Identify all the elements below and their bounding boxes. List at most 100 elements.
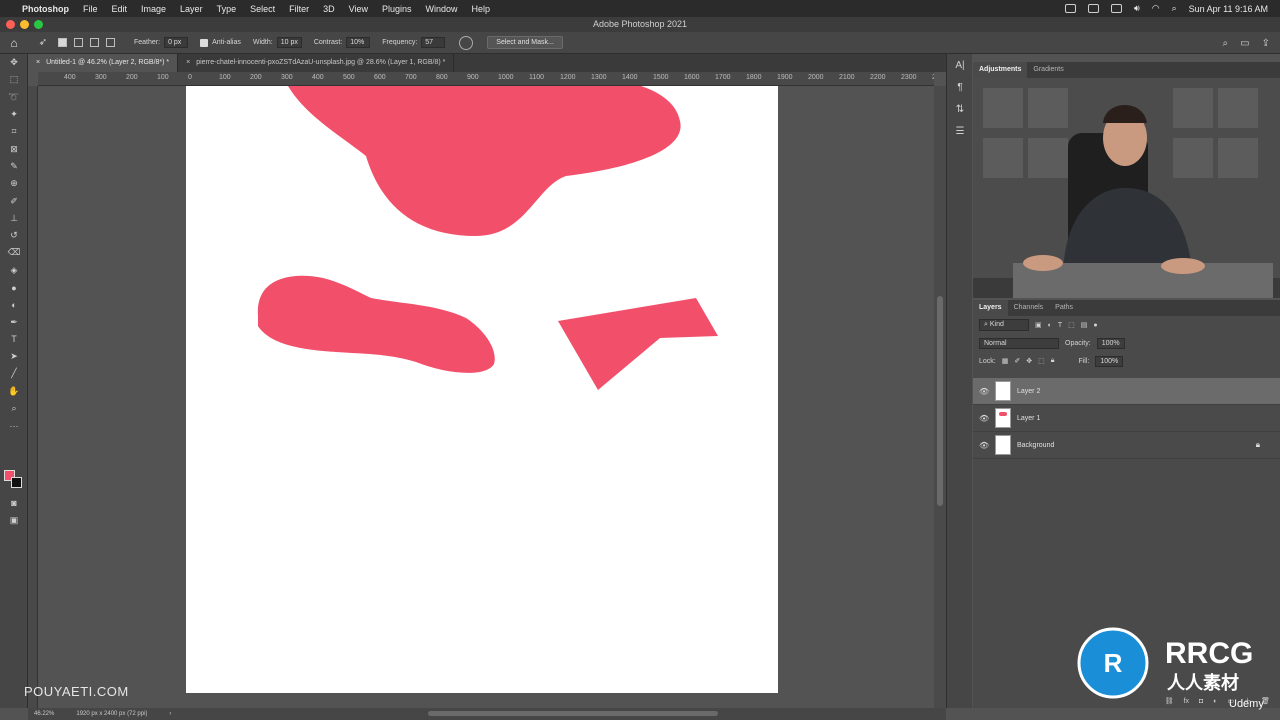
lock-artboard-icon[interactable]: ⬚ xyxy=(1038,357,1045,365)
tab-gradients[interactable]: Gradients xyxy=(1027,62,1069,78)
new-selection-button[interactable] xyxy=(58,38,67,47)
vertical-scrollbar[interactable] xyxy=(934,86,946,708)
pen-pressure-icon[interactable] xyxy=(459,35,474,50)
wifi-icon[interactable]: ◠ xyxy=(1152,3,1160,14)
menu-app-name[interactable]: Photoshop xyxy=(22,4,69,14)
fill-field[interactable]: 100% xyxy=(1095,355,1124,367)
clone-stamp-icon[interactable]: ⊥ xyxy=(0,210,28,227)
frequency-field[interactable]: 57 xyxy=(421,37,446,48)
horizontal-scrollbar-thumb[interactable] xyxy=(428,711,718,716)
eraser-icon[interactable]: ⌫ xyxy=(0,244,28,261)
hand-tool-icon[interactable]: ✋ xyxy=(0,383,28,400)
subtract-from-selection-button[interactable] xyxy=(90,38,99,47)
tab-adjustments[interactable]: Adjustments xyxy=(973,62,1028,78)
menu-image[interactable]: Image xyxy=(141,4,166,14)
filter-pixel-icon[interactable]: ▣ xyxy=(1035,321,1042,329)
share-icon[interactable]: ⇪ xyxy=(1262,38,1270,49)
filter-toggle-icon[interactable]: ● xyxy=(1093,322,1097,329)
tab-paths[interactable]: Paths xyxy=(1049,300,1079,316)
more-tools-icon[interactable]: ··· xyxy=(0,417,28,434)
properties-panel-icon[interactable]: ☰ xyxy=(947,120,973,142)
close-icon[interactable]: × xyxy=(36,54,40,72)
lock-transparency-icon[interactable]: ▦ xyxy=(1002,357,1009,365)
tab-channels[interactable]: Channels xyxy=(1008,300,1050,316)
quick-mask-icon[interactable]: ◙ xyxy=(0,494,28,511)
vertical-ruler[interactable] xyxy=(28,86,38,708)
character-panel-icon[interactable]: A| xyxy=(947,54,973,76)
eyedropper-icon[interactable]: ✎ xyxy=(0,158,28,175)
zoom-window-button[interactable] xyxy=(34,20,43,29)
brush-tool-icon[interactable]: ✐ xyxy=(0,192,28,209)
crop-tool-icon[interactable]: ⌗ xyxy=(0,123,28,140)
lock-all-icon[interactable]: 🔒︎ xyxy=(1051,357,1055,365)
close-window-button[interactable] xyxy=(6,20,15,29)
minimize-window-button[interactable] xyxy=(20,20,29,29)
canvas-area[interactable] xyxy=(38,86,934,708)
menu-window[interactable]: Window xyxy=(426,4,458,14)
tab-unsplash-image[interactable]: × pierre-chatel-innocenti-pxoZSTdAzaU-un… xyxy=(178,54,455,72)
search-icon[interactable]: ⌕ xyxy=(1223,38,1229,49)
layer-name[interactable]: Layer 1 xyxy=(1017,415,1040,422)
feather-field[interactable]: 0 px xyxy=(164,37,189,48)
menu-plugins[interactable]: Plugins xyxy=(382,4,412,14)
eye-icon[interactable]: 👁︎ xyxy=(979,414,995,423)
line-tool-icon[interactable]: ╱ xyxy=(0,365,28,382)
tab-layers[interactable]: Layers xyxy=(973,300,1008,316)
menu-file[interactable]: File xyxy=(83,4,98,14)
layer-row-background[interactable]: 👁︎ Background 🔒︎ xyxy=(973,432,1280,459)
background-color-swatch[interactable] xyxy=(11,477,22,488)
layer-row-layer-2[interactable]: 👁︎ Layer 2 xyxy=(973,378,1280,405)
paint-bucket-icon[interactable]: ◈ xyxy=(0,262,28,279)
frame-tool-icon[interactable]: ⊠ xyxy=(0,140,28,157)
zoom-tool-icon[interactable]: ⌕ xyxy=(0,400,28,417)
filter-shape-icon[interactable]: ⬚ xyxy=(1068,321,1075,329)
antialias-checkbox[interactable] xyxy=(200,38,209,47)
document-info[interactable]: 1920 px x 2400 px (72 ppi) xyxy=(76,711,147,717)
blur-tool-icon[interactable]: ● xyxy=(0,279,28,296)
layer-name[interactable]: Layer 2 xyxy=(1017,388,1040,395)
paragraph-panel-icon[interactable]: ¶ xyxy=(947,76,973,98)
filter-type-icon[interactable]: T xyxy=(1058,322,1062,329)
scrollbar-thumb[interactable] xyxy=(937,296,943,506)
menu-select[interactable]: Select xyxy=(250,4,275,14)
lasso-tool-icon[interactable]: ➰ xyxy=(0,89,28,106)
menu-clock[interactable]: Sun Apr 11 9:16 AM xyxy=(1189,4,1268,14)
layer-name[interactable]: Background xyxy=(1017,442,1054,449)
close-icon[interactable]: × xyxy=(186,54,190,72)
chevron-right-icon[interactable]: › xyxy=(169,711,171,717)
history-brush-icon[interactable]: ↺ xyxy=(0,227,28,244)
path-selection-icon[interactable]: ➤ xyxy=(0,348,28,365)
home-icon[interactable]: ⌂ xyxy=(0,36,28,50)
document-canvas[interactable] xyxy=(186,86,778,693)
layer-row-layer-1[interactable]: 👁︎ Layer 1 xyxy=(973,405,1280,432)
pen-tool-icon[interactable]: ✒ xyxy=(0,313,28,330)
menu-layer[interactable]: Layer xyxy=(180,4,203,14)
tab-untitled[interactable]: × Untitled-1 @ 46.2% (Layer 2, RGB/8*) * xyxy=(28,54,179,72)
add-to-selection-button[interactable] xyxy=(74,38,83,47)
contrast-field[interactable]: 10% xyxy=(346,37,371,48)
menu-edit[interactable]: Edit xyxy=(112,4,128,14)
menu-help[interactable]: Help xyxy=(472,4,491,14)
magic-wand-icon[interactable]: ✦ xyxy=(0,106,28,123)
zoom-level[interactable]: 46.22% xyxy=(34,711,54,717)
menu-filter[interactable]: Filter xyxy=(289,4,309,14)
opacity-field[interactable]: 100% xyxy=(1096,337,1125,349)
status-icon[interactable] xyxy=(1088,4,1100,13)
filter-smart-object-icon[interactable]: ▤ xyxy=(1081,321,1088,329)
workspace-icon[interactable]: ▭ xyxy=(1240,38,1249,49)
width-field[interactable]: 10 px xyxy=(276,37,302,48)
volume-icon[interactable]: 🔊︎ xyxy=(1134,3,1140,14)
search-icon[interactable]: ⌕ xyxy=(1172,3,1177,14)
marquee-tool-icon[interactable]: ⬚ xyxy=(0,71,28,88)
eye-icon[interactable]: 👁︎ xyxy=(979,387,995,396)
magnetic-lasso-icon[interactable]: ➶ xyxy=(28,37,58,48)
blend-mode-dropdown[interactable]: Normal xyxy=(979,337,1059,349)
screen-mode-icon[interactable]: ▣ xyxy=(0,512,28,529)
kind-filter-dropdown[interactable]: ⌕ Kind xyxy=(979,319,1029,331)
dodge-tool-icon[interactable]: ◐ xyxy=(0,296,28,313)
glyphs-panel-icon[interactable]: ⇅ xyxy=(947,98,973,120)
menu-3d[interactable]: 3D xyxy=(323,4,335,14)
move-tool-icon[interactable]: ✥ xyxy=(0,54,28,71)
type-tool-icon[interactable]: T xyxy=(0,331,28,348)
horizontal-ruler[interactable]: 400 300 200 100 0 100 200 300 400 500 600 700 800 900… xyxy=(38,72,934,86)
